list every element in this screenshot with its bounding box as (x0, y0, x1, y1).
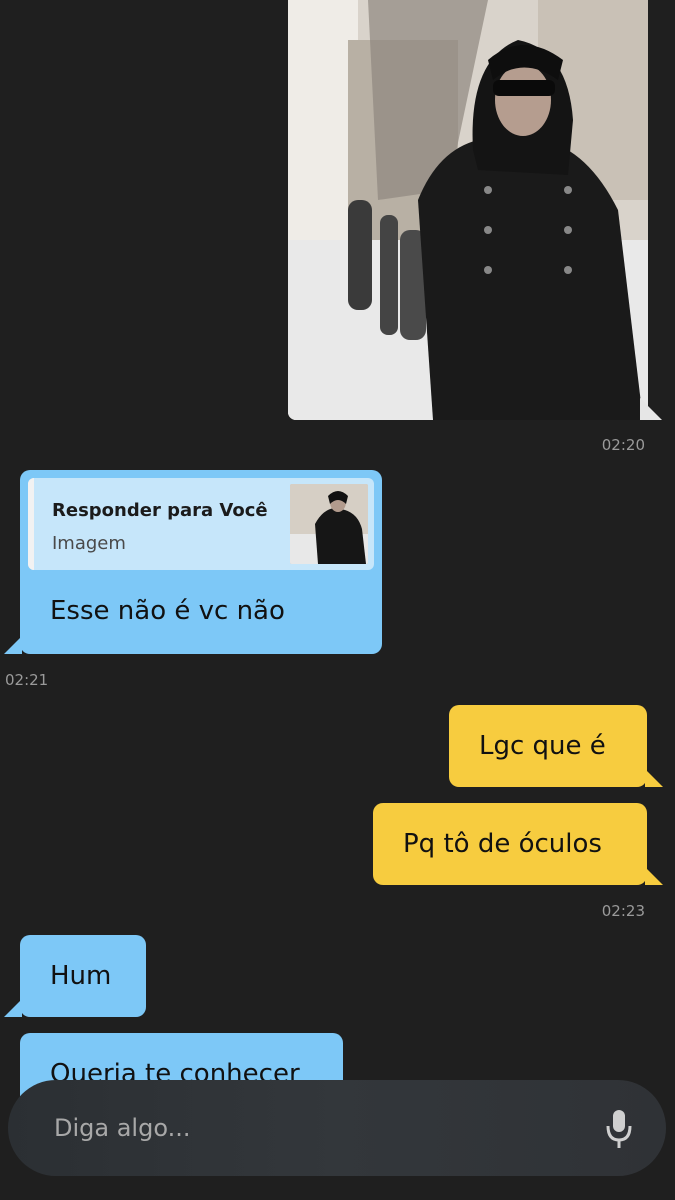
reply-quote[interactable]: Responder para Você Imagem (28, 478, 374, 570)
photo-tail (640, 398, 662, 420)
reply-quote-bar (28, 478, 34, 570)
sent-message-text: Pq tô de óculos (403, 829, 602, 859)
sent-message-text: Lgc que é (479, 731, 606, 761)
reply-timestamp: 02:21 (5, 671, 49, 689)
bubble-tail (4, 999, 22, 1017)
message-input[interactable]: Diga algo... (54, 1114, 190, 1142)
reply-message-text: Esse não é vc não (50, 596, 285, 626)
sent-message-bubble[interactable]: Pq tô de óculos (373, 803, 663, 885)
reply-subtitle: Imagem (52, 533, 126, 554)
reply-thumbnail (290, 484, 368, 564)
sent-timestamp: 02:23 (601, 902, 645, 920)
reply-message-bubble[interactable]: Responder para Você Imagem Esse não é vc… (4, 470, 382, 654)
received-message-bubble[interactable]: Hum (4, 935, 146, 1017)
microphone-icon[interactable] (604, 1108, 634, 1150)
bubble-tail (4, 636, 22, 654)
sent-photo[interactable] (288, 0, 648, 420)
message-input-bar[interactable]: Diga algo... (8, 1080, 666, 1176)
received-message-text: Hum (50, 961, 112, 991)
photo-image (288, 0, 648, 420)
sent-message-bubble[interactable]: Lgc que é (449, 705, 663, 787)
photo-timestamp: 02:20 (601, 436, 645, 454)
bubble-tail (645, 867, 663, 885)
reply-title: Responder para Você (52, 500, 268, 521)
bubble-tail (645, 769, 663, 787)
